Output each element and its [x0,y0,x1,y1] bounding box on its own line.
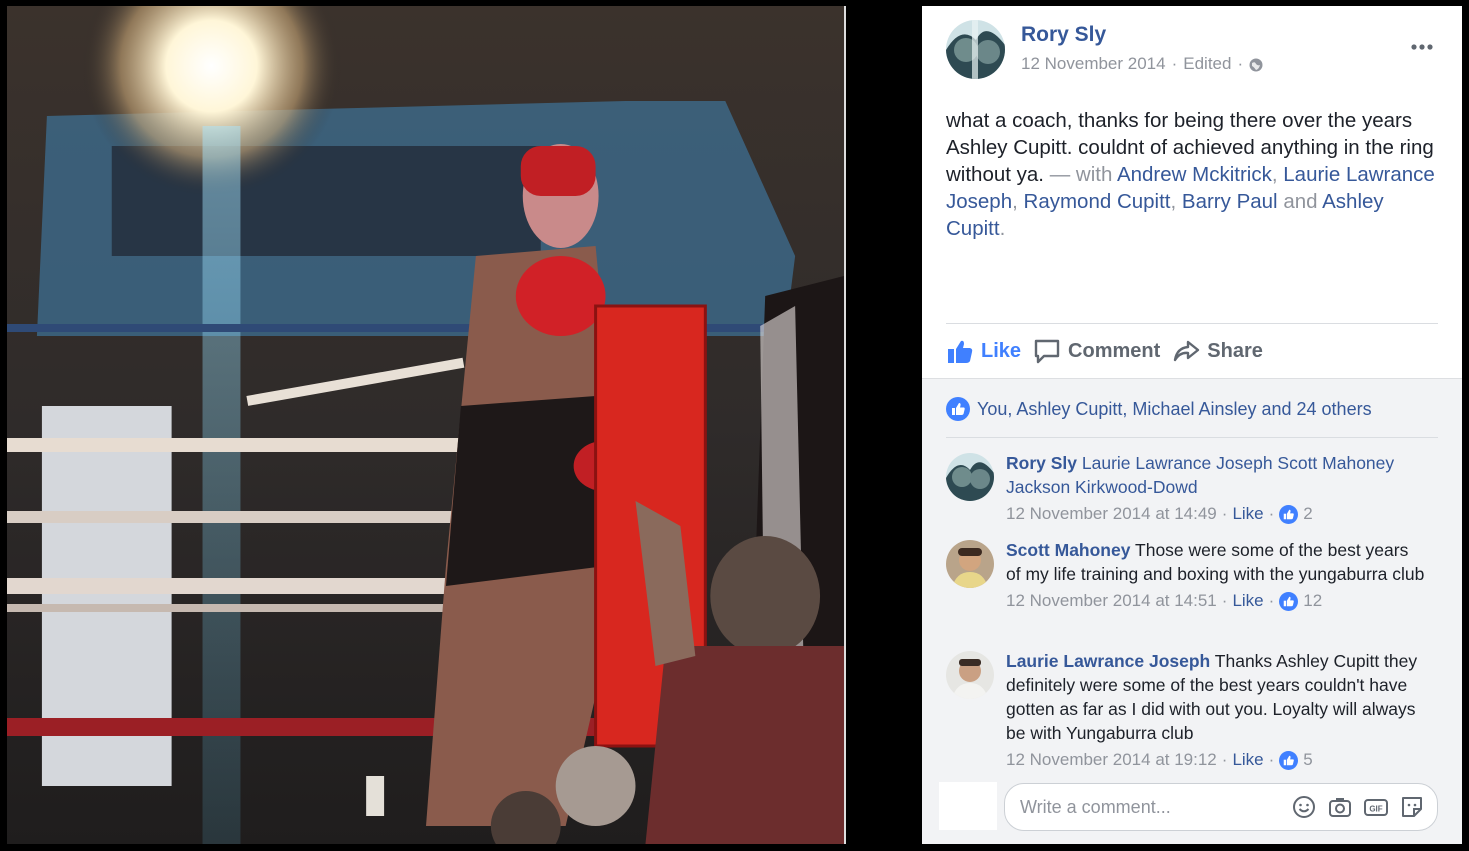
comment-body: Rory Sly Laurie Lawrance Joseph Scott Ma… [1006,451,1426,526]
comment-like-button[interactable]: Like [1232,748,1263,772]
with-prefix: — with [1049,163,1113,186]
meta-separator: · [1221,504,1228,523]
like-reaction-icon [946,397,970,421]
meta-separator: · [1268,504,1275,523]
comment-time[interactable]: 12 November 2014 at 14:51 [1006,589,1217,613]
more-options-icon[interactable] [1408,40,1436,54]
comment-like-count[interactable]: 12 [1303,589,1322,613]
like-reaction-icon [1279,591,1299,611]
camera-icon[interactable] [1327,794,1353,820]
post-panel: Rory Sly 12 November 2014 · Edited · wha… [922,6,1462,844]
comment-like-button[interactable]: Like [1232,502,1263,526]
like-button[interactable]: Like [946,337,1021,365]
comment-avatar[interactable] [946,453,994,501]
comma: , [1271,163,1278,186]
meta-separator: · [1171,54,1178,73]
share-button[interactable]: Share [1172,337,1263,365]
comment-icon [1034,339,1060,364]
comment-like-button[interactable]: Like [1232,589,1263,613]
like-reaction-icon [1279,750,1299,770]
comment-body: Laurie Lawrance Joseph Thanks Ashley Cup… [1006,649,1426,772]
like-icon [948,340,973,363]
post-header-section: Rory Sly 12 November 2014 · Edited · wha… [922,6,1462,378]
svg-text:GIF: GIF [1369,805,1382,814]
comment-time[interactable]: 12 November 2014 at 19:12 [1006,748,1217,772]
comment-avatar[interactable] [946,540,994,588]
comment-label: Comment [1068,339,1161,362]
tagged-user-link[interactable]: Barry Paul [1182,190,1278,213]
like-reaction-icon [1279,504,1299,524]
comment-button[interactable]: Comment [1033,337,1160,365]
comment-meta: 12 November 2014 at 14:49 · Like · 2 [1006,502,1426,526]
emoji-icon[interactable] [1291,794,1317,820]
post-date[interactable]: 12 November 2014 [1021,54,1166,74]
comma: , [1170,190,1177,213]
like-label: Like [981,339,1022,362]
post-author-name[interactable]: Rory Sly [1021,23,1106,47]
meta-separator: · [1268,591,1275,610]
comment-author[interactable]: Rory Sly [1006,453,1077,473]
gif-icon[interactable]: GIF [1363,794,1389,820]
comment-time[interactable]: 12 November 2014 at 14:49 [1006,502,1217,526]
sticker-icon[interactable] [1399,794,1425,820]
comment-input[interactable] [1020,796,1291,818]
comment-like-count[interactable]: 2 [1303,502,1312,526]
comment-meta: 12 November 2014 at 14:51 · Like · 12 [1006,589,1426,613]
comment-composer: GIF [1004,783,1438,831]
comment-like-count[interactable]: 5 [1303,748,1312,772]
composer-avatar [939,782,997,830]
composer-tools: GIF [1291,794,1425,820]
comment-avatar[interactable] [946,651,994,699]
meta-separator: · [1237,54,1244,73]
comments-section: You, Ashley Cupitt, Michael Ainsley and … [922,378,1462,844]
author-avatar[interactable] [946,20,1005,79]
meta-separator: · [1268,750,1275,769]
meta-separator: · [1221,750,1228,769]
comment-author[interactable]: Scott Mahoney [1006,540,1130,560]
period: . [999,217,1006,240]
post-meta: 12 November 2014 · Edited · [1021,54,1263,74]
tagged-user-link[interactable]: Raymond Cupitt [1024,190,1171,213]
comma: , [1012,190,1018,213]
share-label: Share [1207,339,1263,362]
post-edited-label[interactable]: Edited [1183,54,1231,74]
globe-icon[interactable] [1249,57,1263,72]
divider [946,437,1438,438]
share-icon [1174,340,1200,362]
reactions-summary[interactable]: You, Ashley Cupitt, Michael Ainsley and … [946,397,1372,421]
boxing-photo-image [7,6,844,844]
tagged-user-link[interactable]: Andrew Mckitrick [1117,163,1272,186]
and-word: and [1283,190,1318,213]
reactions-text: You, Ashley Cupitt, Michael Ainsley and … [977,398,1372,419]
post-photo[interactable] [7,6,846,844]
comment-meta: 12 November 2014 at 19:12 · Like · 5 [1006,748,1426,772]
comment-author[interactable]: Laurie Lawrance Joseph [1006,651,1210,671]
meta-separator: · [1221,591,1228,610]
comment-body: Scott Mahoney Those were some of the bes… [1006,538,1426,613]
post-text: what a coach, thanks for being there ove… [946,107,1436,242]
post-action-bar: Like Comment Share [946,323,1438,378]
